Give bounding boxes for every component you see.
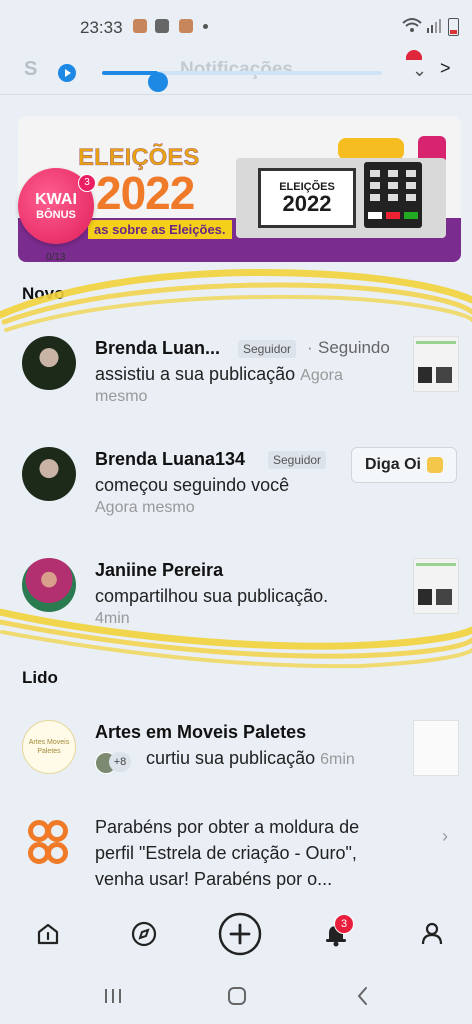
notification-time: mesmo	[95, 388, 148, 405]
banner-decoration	[338, 138, 404, 160]
tab-home[interactable]	[28, 914, 68, 954]
tab-notifications[interactable]: 3	[316, 914, 356, 954]
kwai-bonus-subtitle: BÔNUS	[36, 209, 76, 221]
banner-tagline: as sobre as Eleições.	[88, 220, 232, 239]
wifi-icon	[402, 18, 422, 32]
more-notifications-dot	[203, 24, 208, 29]
ballot-screen-line2: 2022	[282, 191, 332, 216]
system-message-line3: venha usar! Parabéns por o...	[95, 869, 333, 889]
notification-time: 4min	[95, 610, 130, 627]
avatar[interactable]: Artes Moveis Paletes	[22, 720, 76, 774]
chevron-down-icon[interactable]: ⌄	[412, 60, 427, 81]
avatar[interactable]	[22, 447, 76, 501]
status-bar: 23:33	[0, 0, 472, 52]
play-icon[interactable]	[58, 64, 76, 82]
home-icon	[37, 923, 59, 945]
say-hi-button[interactable]: Diga Oi	[351, 447, 457, 483]
kwai-bonus-counter: 0/13	[46, 252, 66, 263]
post-thumbnail[interactable]	[413, 558, 459, 614]
notifications-header: S Notificações ⌄ >	[0, 50, 472, 95]
tab-create[interactable]	[218, 912, 262, 956]
notification-time: 6min	[320, 751, 355, 768]
home-button[interactable]	[222, 982, 252, 1010]
ballot-keypad	[364, 162, 422, 228]
notification-time: Agora mesmo	[95, 499, 195, 516]
system-navigation-bar	[0, 968, 472, 1024]
notification-time-inline: Agora	[300, 367, 343, 384]
tab-profile[interactable]	[412, 914, 452, 954]
chevron-right-icon[interactable]: >	[440, 58, 451, 79]
recent-apps-icon	[105, 989, 121, 1003]
system-message-line1: Parabéns por obter a moldura de	[95, 817, 360, 837]
kwai-bonus-count-badge: 3	[78, 174, 96, 192]
player-progress-knob[interactable]	[148, 72, 168, 92]
post-thumbnail[interactable]	[413, 336, 459, 392]
notification-action-text: curtiu sua publicação 6min	[146, 748, 355, 769]
notification-item[interactable]: Artes Moveis Paletes Artes em Moveis Pal…	[0, 720, 472, 820]
follower-tag: Seguidor	[238, 340, 297, 358]
plus-circle-icon	[218, 912, 262, 956]
notification-user-name[interactable]: Brenda Luana134	[95, 449, 245, 470]
battery-icon	[448, 18, 459, 36]
notification-count-badge: 3	[334, 914, 354, 934]
say-hi-label: Diga Oi	[364, 456, 421, 473]
system-message: Parabéns por obter a moldura de perfil "…	[95, 814, 425, 892]
recent-apps-button[interactable]	[98, 982, 128, 1010]
notification-action-text: assistiu a sua publicação Agora	[95, 364, 343, 385]
header-title-letter: S	[24, 58, 38, 80]
avatar[interactable]	[22, 558, 76, 612]
separator-dot: ·	[307, 338, 313, 357]
player-progress-track[interactable]	[102, 71, 382, 92]
notification-user-name[interactable]: Janiine Pereira	[95, 560, 223, 581]
status-time: 23:33	[80, 18, 123, 37]
app-notification-icon	[133, 19, 147, 33]
post-thumbnail[interactable]	[413, 720, 459, 776]
notification-item[interactable]: Brenda Luan... Seguidor · Seguindo assis…	[0, 336, 472, 436]
system-notification-item[interactable]: Parabéns por obter a moldura de perfil "…	[0, 814, 472, 914]
back-button[interactable]	[348, 982, 378, 1010]
extra-likers-count: +8	[109, 752, 131, 772]
ballot-machine-illustration: ELEIÇÕES 2022	[236, 158, 446, 238]
gallery-icon	[155, 19, 169, 33]
banner-year: 2022	[96, 167, 195, 219]
app-notification-icon	[179, 19, 193, 33]
avatar[interactable]	[22, 336, 76, 390]
notification-action: compartilhou sua publicação.	[95, 586, 329, 606]
liker-avatars[interactable]: +8	[95, 752, 135, 774]
user-icon	[421, 922, 443, 945]
follower-tag: Seguidor	[268, 451, 327, 469]
signal-icon	[427, 19, 441, 33]
notification-item[interactable]: Janiine Pereira compartilhou sua publica…	[0, 558, 472, 658]
system-message-line2: perfil "Estrela de criação - Ouro",	[95, 843, 357, 863]
chevron-right-icon[interactable]: ›	[442, 826, 448, 847]
live-indicator	[406, 50, 422, 60]
home-square-icon	[228, 987, 246, 1005]
bottom-tab-bar: 3	[0, 900, 472, 968]
notification-action: começou seguindo você	[95, 475, 290, 495]
notification-action: curtiu sua publicação	[146, 748, 316, 768]
notification-user-name[interactable]: Artes em Moveis Paletes	[95, 722, 306, 743]
section-read-heading: Lido	[22, 668, 58, 687]
notification-action: assistiu a sua publicação	[95, 364, 296, 384]
notification-item[interactable]: Brenda Luana134 Seguidor Diga Oi começou…	[0, 447, 472, 547]
kwai-logo-icon	[28, 820, 70, 864]
back-icon	[357, 987, 367, 1005]
section-new-heading: Novo	[22, 284, 65, 303]
kwai-bonus-badge[interactable]: KWAI BÔNUS 3	[18, 168, 96, 244]
media-player-overlay: ⌄	[58, 60, 438, 92]
notification-user-name[interactable]: Brenda Luan...	[95, 338, 220, 359]
following-status[interactable]: Seguindo	[318, 338, 390, 358]
tab-discover[interactable]	[124, 914, 164, 954]
ballot-screen: ELEIÇÕES 2022	[258, 168, 356, 228]
compass-icon	[131, 921, 157, 947]
kwai-bonus-title: KWAI	[35, 191, 77, 208]
waving-hand-icon	[427, 457, 443, 473]
